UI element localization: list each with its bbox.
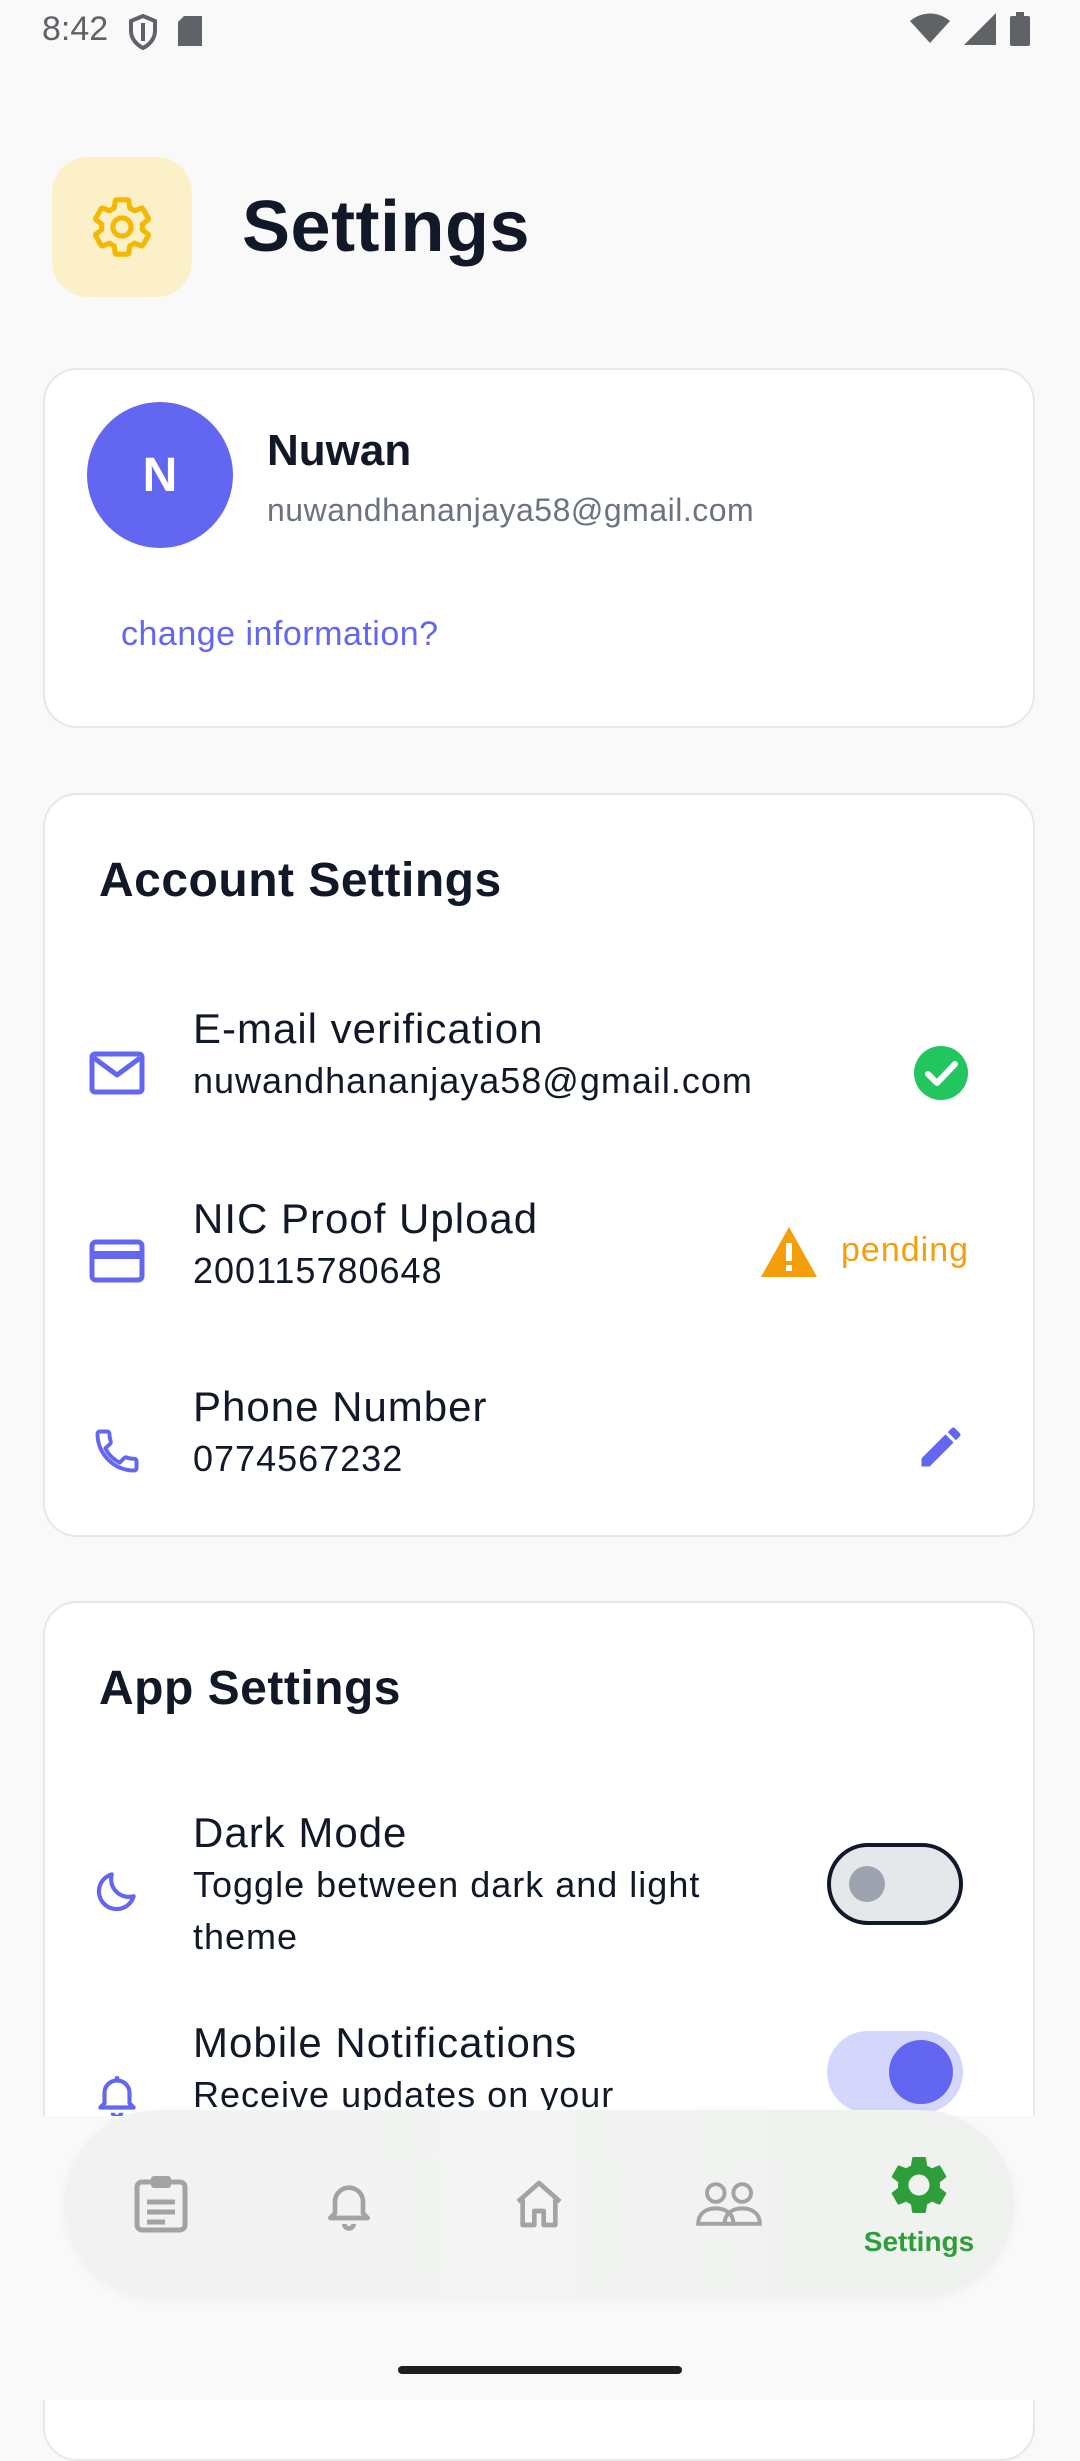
profile-email: nuwandhananjaya58@gmail.com — [267, 492, 755, 528]
nav-item-home[interactable] — [464, 2110, 614, 2298]
bottom-navigation-bar: Settings — [64, 2110, 1014, 2298]
people-icon — [696, 2182, 762, 2226]
nav-item-community[interactable] — [654, 2110, 804, 2298]
nic-proof-value: 200115780648 — [193, 1250, 443, 1291]
page-title: Settings — [242, 187, 531, 267]
phone-icon — [89, 1423, 145, 1479]
nic-proof-row[interactable]: NIC Proof Upload 200115780648 pending — [45, 1195, 1033, 1335]
dark-mode-title: Dark Mode — [193, 1809, 408, 1856]
pencil-icon — [921, 1427, 961, 1467]
dark-mode-description: Toggle between dark and light theme — [193, 1864, 701, 1957]
mail-icon — [89, 1045, 145, 1101]
gear-icon — [891, 2157, 947, 2213]
dark-mode-toggle[interactable] — [827, 1843, 963, 1925]
edit-phone-button[interactable] — [915, 1421, 967, 1478]
nav-label-settings: Settings — [863, 2226, 975, 2257]
cellular-signal-icon — [964, 13, 996, 45]
email-verification-row[interactable]: E-mail verification nuwandhananjaya58@gm… — [45, 1005, 1033, 1145]
page-header: Settings — [52, 157, 530, 297]
toggle-knob — [889, 2040, 953, 2104]
battery-icon — [1010, 12, 1030, 46]
moon-icon — [89, 1863, 145, 1919]
email-verification-value: nuwandhananjaya58@gmail.com — [193, 1060, 753, 1101]
credit-card-icon — [89, 1233, 145, 1289]
status-right-icons — [910, 12, 1030, 46]
email-verification-title: E-mail verification — [193, 1005, 544, 1052]
nav-item-tasks[interactable] — [86, 2110, 236, 2298]
wifi-icon — [910, 13, 950, 43]
profile-name: Nuwan — [267, 426, 412, 475]
shield-icon — [129, 14, 157, 50]
settings-header-badge — [52, 157, 192, 297]
phone-number-row[interactable]: Phone Number 0774567232 — [45, 1383, 1033, 1523]
home-icon — [516, 2180, 562, 2228]
app-settings-title: App Settings — [99, 1662, 401, 1715]
mobile-notifications-toggle[interactable] — [827, 2031, 963, 2113]
status-time: 8:42 — [42, 10, 109, 48]
warning-icon — [759, 1225, 819, 1284]
home-indicator[interactable] — [398, 2366, 682, 2374]
nic-proof-title: NIC Proof Upload — [193, 1195, 539, 1242]
toggle-knob — [849, 1866, 885, 1902]
nav-item-notifications[interactable] — [274, 2110, 424, 2298]
account-settings-card: Account Settings E-mail verification nuw… — [43, 793, 1035, 1537]
phone-number-value: 0774567232 — [193, 1438, 404, 1479]
phone-number-title: Phone Number — [193, 1383, 488, 1430]
dark-mode-row: Dark Mode Toggle between dark and light … — [45, 1809, 1033, 2009]
verified-check-icon — [913, 1045, 969, 1106]
change-information-link[interactable]: change information? — [121, 615, 439, 654]
status-left-icons — [128, 14, 204, 50]
account-settings-title: Account Settings — [99, 854, 502, 907]
bell-icon — [328, 2185, 370, 2231]
mobile-notifications-title: Mobile Notifications — [193, 2019, 578, 2066]
gear-icon — [93, 197, 151, 257]
sd-card-icon — [178, 16, 202, 46]
nic-status-badge: pending — [841, 1231, 970, 1269]
profile-card: N Nuwan nuwandhananjaya58@gmail.com chan… — [43, 368, 1035, 728]
nav-item-settings[interactable]: Settings — [844, 2110, 994, 2298]
avatar: N — [87, 402, 233, 548]
clipboard-icon — [134, 2176, 188, 2233]
status-bar: 8:42 — [0, 0, 1080, 64]
